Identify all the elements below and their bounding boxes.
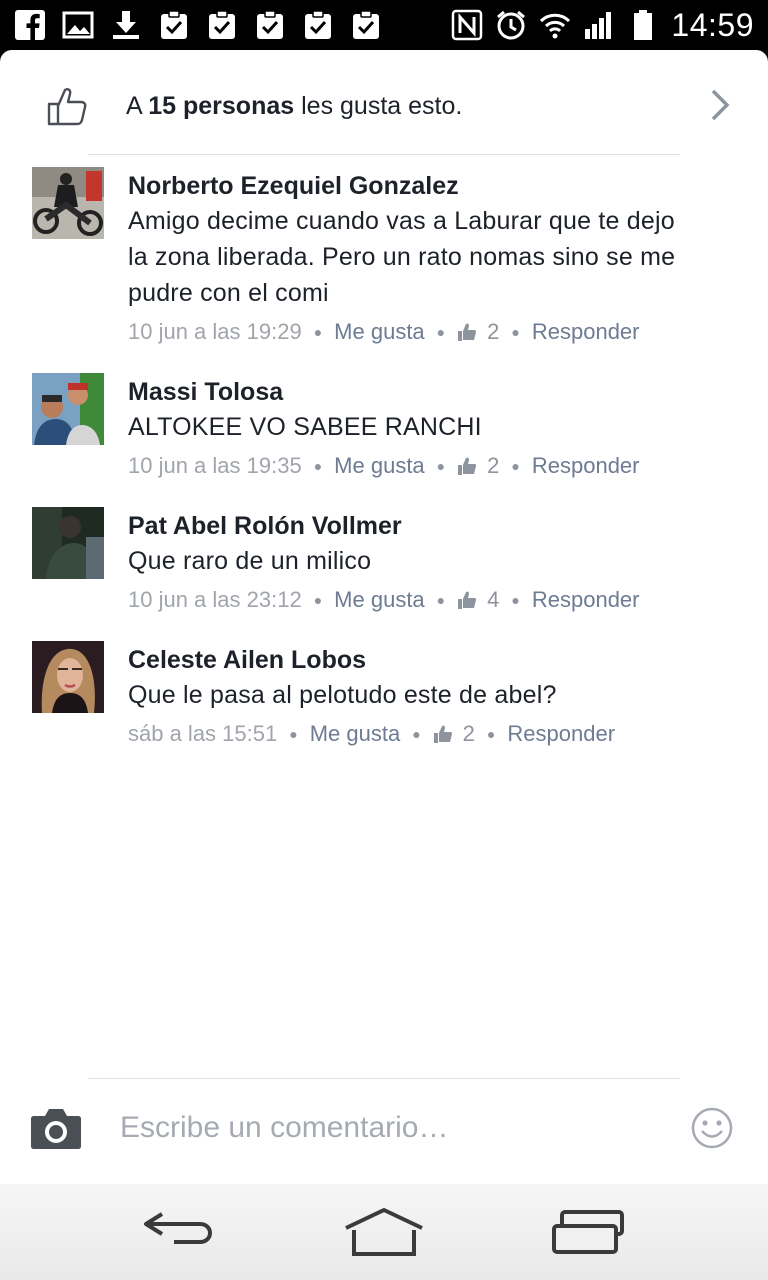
comment-author[interactable]: Norberto Ezequiel Gonzalez [128, 169, 698, 203]
like-count[interactable]: 2 [487, 313, 499, 351]
comment-text: Que le pasa al pelotudo este de abel? [128, 681, 557, 709]
like-button[interactable]: Me gusta [334, 447, 425, 485]
separator-dot: ● [436, 592, 446, 608]
thumbs-up-icon [458, 323, 477, 341]
comment-body: Pat Abel Rolón Vollmer Que raro de un mi… [128, 507, 698, 619]
comments-panel: A 15 personas les gusta esto. Norberto E… [0, 50, 768, 1184]
like-button[interactable]: Me gusta [334, 581, 425, 619]
divider [88, 1078, 680, 1079]
comment-input[interactable] [108, 1102, 692, 1154]
like-button[interactable]: Me gusta [310, 715, 401, 753]
task-check-icon [353, 10, 379, 39]
separator-dot: ● [511, 458, 520, 474]
avatar[interactable] [32, 373, 104, 445]
like-count[interactable]: 2 [463, 715, 475, 753]
task-check-icon [209, 10, 235, 39]
separator-dot: ● [313, 592, 323, 608]
comment-body: Massi Tolosa ALTOKEE VO SABEE RANCHI 10 … [128, 373, 698, 485]
likes-summary-row[interactable]: A 15 personas les gusta esto. [0, 50, 768, 155]
thumbs-up-icon [458, 457, 477, 475]
separator-dot: ● [412, 726, 421, 742]
separator-dot: ● [289, 726, 298, 742]
likes-summary-text: A 15 personas les gusta esto. [126, 88, 462, 124]
like-button[interactable]: Me gusta [334, 313, 425, 351]
comment-body: Norberto Ezequiel Gonzalez Amigo decime … [128, 167, 698, 351]
likes-suffix: les gusta esto. [301, 92, 463, 120]
chevron-right-icon [711, 89, 730, 121]
comment-time[interactable]: sáb a las 15:51 [128, 715, 277, 753]
comment-author[interactable]: Massi Tolosa [128, 375, 698, 409]
separator-dot: ● [436, 458, 446, 474]
comment-item: Pat Abel Rolón Vollmer Que raro de un mi… [0, 507, 768, 619]
separator-dot: ● [511, 592, 520, 608]
avatar-photo [32, 373, 104, 445]
comment-list: Norberto Ezequiel Gonzalez Amigo decime … [0, 167, 768, 775]
recent-apps-icon[interactable] [548, 1206, 628, 1258]
divider [88, 154, 680, 155]
wifi-icon [540, 13, 571, 39]
like-count[interactable]: 2 [487, 447, 499, 485]
avatar[interactable] [32, 507, 104, 579]
notification-icons [14, 8, 382, 42]
avatar-photo [32, 641, 104, 713]
comment-author[interactable]: Celeste Ailen Lobos [128, 643, 698, 677]
thumbs-up-icon [433, 725, 452, 743]
battery-icon [634, 10, 653, 40]
comment-text: ALTOKEE VO SABEE RANCHI [128, 413, 482, 441]
comment-composer [0, 1088, 768, 1184]
nfc-icon [452, 9, 483, 41]
separator-dot: ● [436, 324, 446, 340]
comment-meta: 10 jun a las 19:29 ● Me gusta ● 2 ● Resp… [128, 313, 698, 351]
reply-button[interactable]: Responder [532, 447, 640, 485]
thumbs-up-icon [458, 591, 477, 609]
likes-prefix: A [126, 92, 142, 120]
like-count[interactable]: 4 [487, 581, 499, 619]
download-icon [113, 11, 139, 39]
reply-button[interactable]: Responder [532, 313, 640, 351]
comment-text: Que raro de un milico [128, 547, 372, 575]
comment-meta: 10 jun a las 23:12 ● Me gusta ● 4 ● Resp… [128, 581, 698, 619]
signal-icon [585, 12, 612, 39]
system-icons: 14:59 [451, 6, 754, 44]
home-icon[interactable] [342, 1206, 426, 1258]
camera-icon[interactable] [30, 1106, 82, 1150]
reply-button[interactable]: Responder [532, 581, 640, 619]
comment-body: Celeste Ailen Lobos Que le pasa al pelot… [128, 641, 698, 753]
likes-count: 15 personas [148, 92, 295, 120]
facebook-icon [15, 10, 45, 40]
alarm-icon [497, 10, 526, 40]
back-icon[interactable] [140, 1206, 220, 1258]
avatar[interactable] [32, 167, 104, 239]
comment-time[interactable]: 10 jun a las 19:29 [128, 313, 302, 351]
comment-item: Norberto Ezequiel Gonzalez Amigo decime … [0, 167, 768, 351]
task-check-icon [305, 10, 331, 39]
separator-dot: ● [486, 726, 496, 742]
separator-dot: ● [313, 458, 323, 474]
comment-item: Massi Tolosa ALTOKEE VO SABEE RANCHI 10 … [0, 373, 768, 485]
reply-button[interactable]: Responder [507, 715, 615, 753]
comment-item: Celeste Ailen Lobos Que le pasa al pelot… [0, 641, 768, 753]
separator-dot: ● [313, 324, 323, 340]
avatar-photo [32, 167, 104, 239]
smiley-icon[interactable] [690, 1106, 734, 1150]
task-check-icon [257, 10, 283, 39]
comment-author[interactable]: Pat Abel Rolón Vollmer [128, 509, 698, 543]
avatar[interactable] [32, 641, 104, 713]
separator-dot: ● [511, 324, 520, 340]
gallery-icon [62, 11, 94, 39]
thumbs-up-icon [47, 88, 87, 126]
task-check-icon [161, 10, 187, 39]
comment-meta: 10 jun a las 19:35 ● Me gusta ● 2 ● Resp… [128, 447, 698, 485]
comment-text: Amigo decime cuando vas a Laburar que te… [128, 207, 676, 307]
status-time: 14:59 [671, 7, 754, 43]
status-bar: 14:59 [0, 0, 768, 50]
avatar-photo [32, 507, 104, 579]
navigation-bar [0, 1184, 768, 1280]
comment-meta: sáb a las 15:51 ● Me gusta ● 2 ● Respond… [128, 715, 698, 753]
comment-time[interactable]: 10 jun a las 23:12 [128, 581, 302, 619]
comment-time[interactable]: 10 jun a las 19:35 [128, 447, 302, 485]
